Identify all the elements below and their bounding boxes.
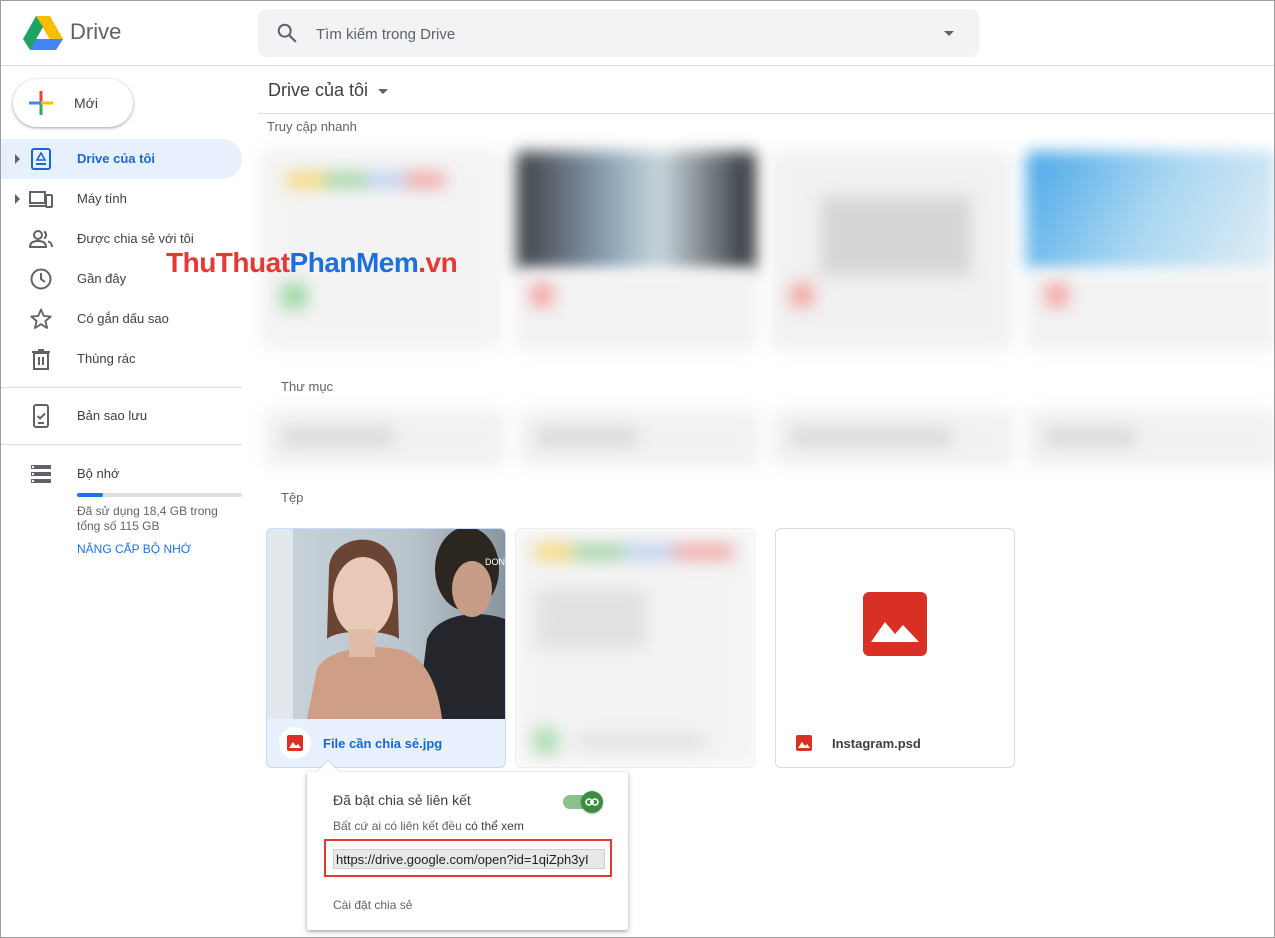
sidebar-item-backups[interactable]: Bản sao lưu xyxy=(1,396,242,436)
subtitle-text: Bất cứ ai có liên kết đều xyxy=(333,819,462,833)
quick-access-heading: Truy cập nhanh xyxy=(267,119,357,134)
app-window: Drive Mới Drive của tôi xyxy=(0,0,1275,938)
sidebar-divider xyxy=(1,444,242,445)
image-file-icon xyxy=(287,735,303,751)
sidebar-item-label: Drive của tôi xyxy=(77,151,156,166)
expand-arrow-icon[interactable] xyxy=(15,154,20,164)
storage-usage-fill xyxy=(77,493,104,497)
watermark-part: PhanMem xyxy=(289,247,419,278)
image-placeholder-icon xyxy=(863,592,927,656)
sidebar-item-label: Máy tính xyxy=(77,191,127,206)
top-header: Drive xyxy=(1,1,1274,66)
my-drive-icon xyxy=(31,148,51,170)
image-file-icon xyxy=(796,735,812,751)
sidebar-item-label: Gần đây xyxy=(77,271,127,286)
shared-people-icon xyxy=(29,230,53,248)
new-button[interactable]: Mới xyxy=(13,79,133,127)
backup-icon xyxy=(33,404,49,428)
drive-logo-icon[interactable] xyxy=(23,15,63,51)
file-card-footer: Instagram.psd xyxy=(776,719,1014,767)
sharing-settings-link[interactable]: Cài đặt chia sẻ xyxy=(333,898,412,912)
folders-heading: Thư mục xyxy=(281,379,334,394)
blurred-content xyxy=(1045,429,1135,445)
link-icon xyxy=(585,798,599,806)
sidebar-item-storage[interactable]: Bộ nhớ xyxy=(1,454,242,494)
blurred-content xyxy=(537,429,637,445)
storage-usage-bar xyxy=(77,493,242,497)
svg-text:DON: DON xyxy=(485,557,505,567)
sidebar-item-label: Bộ nhớ xyxy=(77,466,120,481)
file-card-blurred[interactable] xyxy=(515,528,755,768)
trash-icon xyxy=(32,349,50,370)
blurred-content xyxy=(286,173,446,187)
highlighted-link-box xyxy=(324,839,612,877)
computers-icon xyxy=(29,191,53,208)
toggle-knob xyxy=(581,791,603,813)
search-icon[interactable] xyxy=(276,22,298,44)
blurred-content xyxy=(531,283,553,307)
search-options-dropdown-icon[interactable] xyxy=(944,31,954,36)
file-card-instagram[interactable]: Instagram.psd xyxy=(775,528,1015,768)
sidebar-divider xyxy=(1,387,242,388)
watermark-part: .vn xyxy=(418,247,458,278)
quick-access-card[interactable] xyxy=(516,151,756,271)
blurred-content xyxy=(1046,283,1068,307)
blurred-content xyxy=(516,271,756,351)
main-divider xyxy=(258,113,1274,114)
share-link-input[interactable] xyxy=(333,849,605,869)
sidebar-item-label: Bản sao lưu xyxy=(77,408,148,423)
watermark: ThuThuatPhanMem.vn xyxy=(166,247,458,279)
link-sharing-toggle[interactable] xyxy=(563,791,603,813)
chevron-down-icon xyxy=(378,88,389,94)
blurred-content xyxy=(281,283,307,309)
file-card-selected[interactable]: DON File cần chia sẻ.jpg xyxy=(266,528,506,768)
upgrade-storage-link[interactable]: NÂNG CẤP BỘ NHỚ xyxy=(77,542,191,556)
blurred-content xyxy=(283,429,393,445)
blurred-content xyxy=(534,729,558,753)
blurred-content xyxy=(791,283,813,307)
my-drive-dropdown[interactable]: Drive của tôi xyxy=(268,80,389,101)
sidebar-item-computers[interactable]: Máy tính xyxy=(1,179,242,219)
new-button-label: Mới xyxy=(74,95,98,111)
files-heading: Tệp xyxy=(281,490,304,505)
watermark-part: ThuThuat xyxy=(166,247,290,278)
photo-thumbnail: DON xyxy=(267,529,505,719)
file-name: Instagram.psd xyxy=(832,736,921,751)
search-bar[interactable] xyxy=(258,9,979,57)
search-input[interactable] xyxy=(314,21,918,47)
expand-arrow-icon[interactable] xyxy=(15,194,20,204)
blurred-content xyxy=(821,196,971,276)
storage-icon xyxy=(31,465,51,483)
plus-icon xyxy=(29,91,53,115)
sidebar-item-my-drive[interactable]: Drive của tôi xyxy=(1,139,242,179)
blurred-content xyxy=(576,735,706,747)
sidebar-item-label: Có gắn dấu sao xyxy=(77,311,169,326)
sidebar-item-label: Thùng rác xyxy=(77,351,136,366)
blurred-content xyxy=(534,545,734,559)
link-sharing-subtitle: Bất cứ ai có liên kết đều có thể xem xyxy=(333,819,524,833)
file-card-footer: File cần chia sẻ.jpg xyxy=(267,719,505,767)
blurred-content xyxy=(791,429,951,445)
blurred-content xyxy=(536,589,646,649)
file-name: File cần chia sẻ.jpg xyxy=(323,736,443,751)
page-title: Drive của tôi xyxy=(268,80,369,100)
quick-access-card[interactable] xyxy=(1026,151,1274,271)
clock-icon xyxy=(30,268,52,290)
permission-level: có thể xem xyxy=(465,819,524,833)
link-sharing-title: Đã bật chia sẻ liên kết xyxy=(333,792,471,808)
sidebar-item-starred[interactable]: Có gắn dấu sao xyxy=(1,299,242,339)
sidebar-item-trash[interactable]: Thùng rác xyxy=(1,339,242,379)
star-icon xyxy=(30,308,52,329)
storage-usage-text: Đã sử dụng 18,4 GB trong tổng số 115 GB xyxy=(77,504,218,533)
app-name: Drive xyxy=(70,19,122,44)
sidebar-item-label: Được chia sẻ với tôi xyxy=(77,231,194,246)
file-preview xyxy=(776,529,1014,719)
link-sharing-popup: Đã bật chia sẻ liên kết Bất cứ ai có liê… xyxy=(307,761,628,930)
